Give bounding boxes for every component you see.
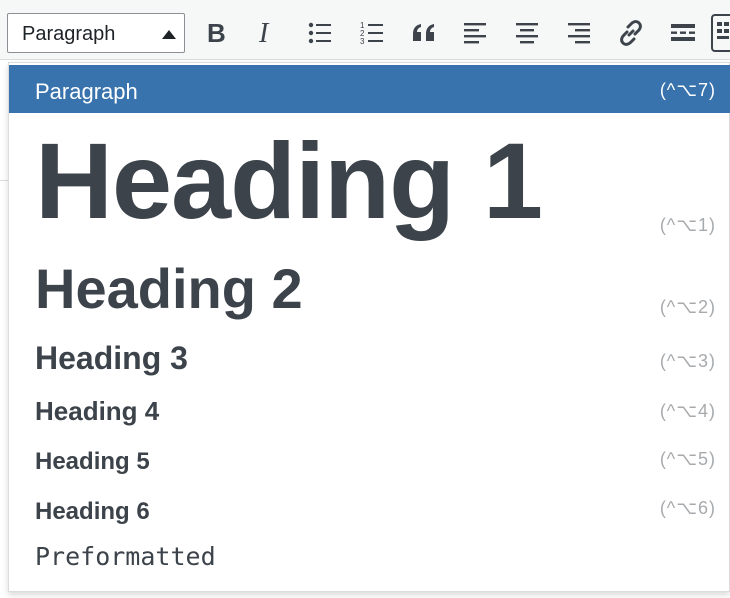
option-shortcut: (^⌥3) — [659, 351, 716, 371]
option-shortcut: (^⌥5) — [659, 449, 716, 469]
svg-text:I: I — [258, 20, 270, 46]
align-center-icon — [516, 23, 538, 44]
option-shortcut: (^⌥7) — [659, 80, 716, 100]
numbered-list-icon: 1 2 3 — [360, 21, 383, 45]
editor-background — [0, 60, 8, 598]
italic-button[interactable]: I — [248, 14, 286, 52]
option-shortcut: (^⌥6) — [659, 498, 716, 518]
divider — [0, 180, 8, 181]
format-dropdown-menu: Paragraph (^⌥7) Heading 1 (^⌥1) Heading … — [8, 62, 730, 592]
option-shortcut: (^⌥2) — [659, 297, 716, 317]
italic-icon: I — [258, 20, 270, 46]
link-button[interactable] — [612, 14, 650, 52]
option-label: Heading 2 — [35, 257, 303, 320]
format-option-heading-6[interactable]: Heading 6 (^⌥6) — [9, 483, 730, 531]
format-select-value: Paragraph — [22, 23, 116, 45]
read-more-icon — [671, 24, 695, 41]
blockquote-button[interactable] — [405, 14, 443, 52]
format-option-heading-5[interactable]: Heading 5 (^⌥5) — [9, 433, 730, 481]
option-shortcut: (^⌥1) — [659, 215, 716, 235]
editor-screen: Paragraph B I 1 2 3 Paragraph (^⌥7) Head… — [0, 0, 730, 598]
bulleted-list-button[interactable] — [301, 14, 339, 52]
align-left-button[interactable] — [456, 14, 494, 52]
format-option-heading-2[interactable]: Heading 2 (^⌥2) — [9, 245, 730, 325]
caret-up-icon — [162, 30, 176, 39]
bold-button[interactable]: B — [197, 14, 235, 52]
align-center-button[interactable] — [508, 14, 546, 52]
toolbar-toggle-button[interactable] — [708, 14, 730, 52]
numbered-list-button[interactable]: 1 2 3 — [353, 14, 391, 52]
option-label: Heading 4 — [35, 396, 160, 426]
align-right-icon — [568, 23, 590, 44]
option-label: Heading 1 — [35, 120, 543, 241]
format-option-preformatted[interactable]: Preformatted — [9, 531, 730, 583]
option-label: Heading 3 — [35, 340, 188, 376]
editor-toolbar: Paragraph B I 1 2 3 — [0, 0, 730, 60]
link-icon — [620, 20, 642, 46]
format-option-heading-4[interactable]: Heading 4 (^⌥4) — [9, 381, 730, 431]
bold-icon: B — [207, 20, 226, 46]
option-label: Heading 5 — [35, 448, 150, 475]
option-label: Preformatted — [35, 542, 216, 571]
align-left-icon — [464, 23, 486, 44]
svg-text:3: 3 — [360, 37, 365, 45]
read-more-button[interactable] — [664, 14, 702, 52]
option-label: Paragraph — [35, 79, 138, 104]
format-option-heading-1[interactable]: Heading 1 (^⌥1) — [9, 117, 730, 245]
format-option-paragraph[interactable]: Paragraph (^⌥7) — [9, 65, 730, 113]
option-label: Heading 6 — [35, 498, 150, 525]
blockquote-icon — [413, 24, 434, 41]
align-right-button[interactable] — [560, 14, 598, 52]
toolbar-toggle-icon — [711, 14, 730, 52]
format-option-heading-3[interactable]: Heading 3 (^⌥3) — [9, 327, 730, 379]
option-shortcut: (^⌥4) — [659, 401, 716, 421]
svg-text:B: B — [207, 20, 226, 46]
format-select[interactable]: Paragraph — [7, 13, 185, 53]
bulleted-list-icon — [308, 22, 331, 44]
